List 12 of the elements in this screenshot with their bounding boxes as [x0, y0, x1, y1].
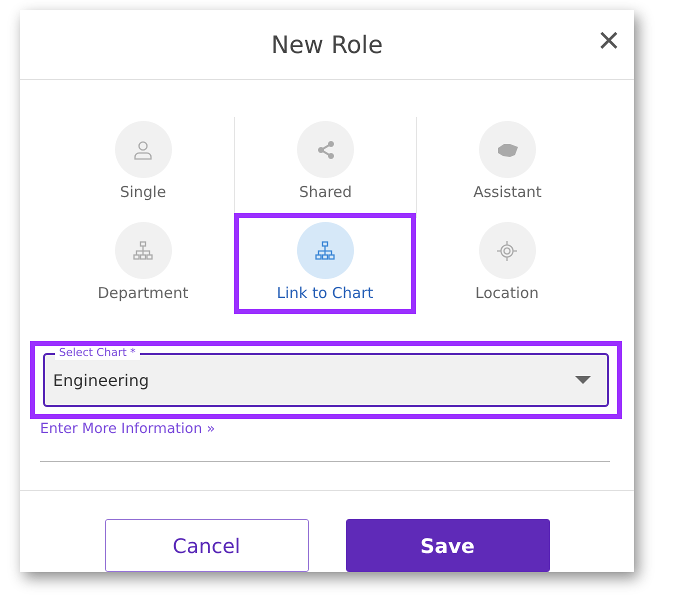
dialog-title: New Role [271, 30, 383, 58]
enter-more-information-link[interactable]: Enter More Information » [40, 421, 216, 437]
save-button[interactable]: Save [346, 519, 550, 572]
role-type-option[interactable]: Single [52, 112, 234, 213]
floating-label: Select Chart * [55, 346, 140, 360]
cancel-button[interactable]: Cancel [104, 519, 308, 572]
role-type-option[interactable]: Shared [235, 112, 416, 213]
role-type-option[interactable]: Department [52, 213, 234, 314]
role-type-option[interactable]: Location [416, 213, 598, 314]
caret-icon [575, 376, 591, 384]
role-type-option[interactable]: Assistant [417, 112, 598, 213]
role-type-option[interactable]: Link to Chart [234, 213, 416, 314]
